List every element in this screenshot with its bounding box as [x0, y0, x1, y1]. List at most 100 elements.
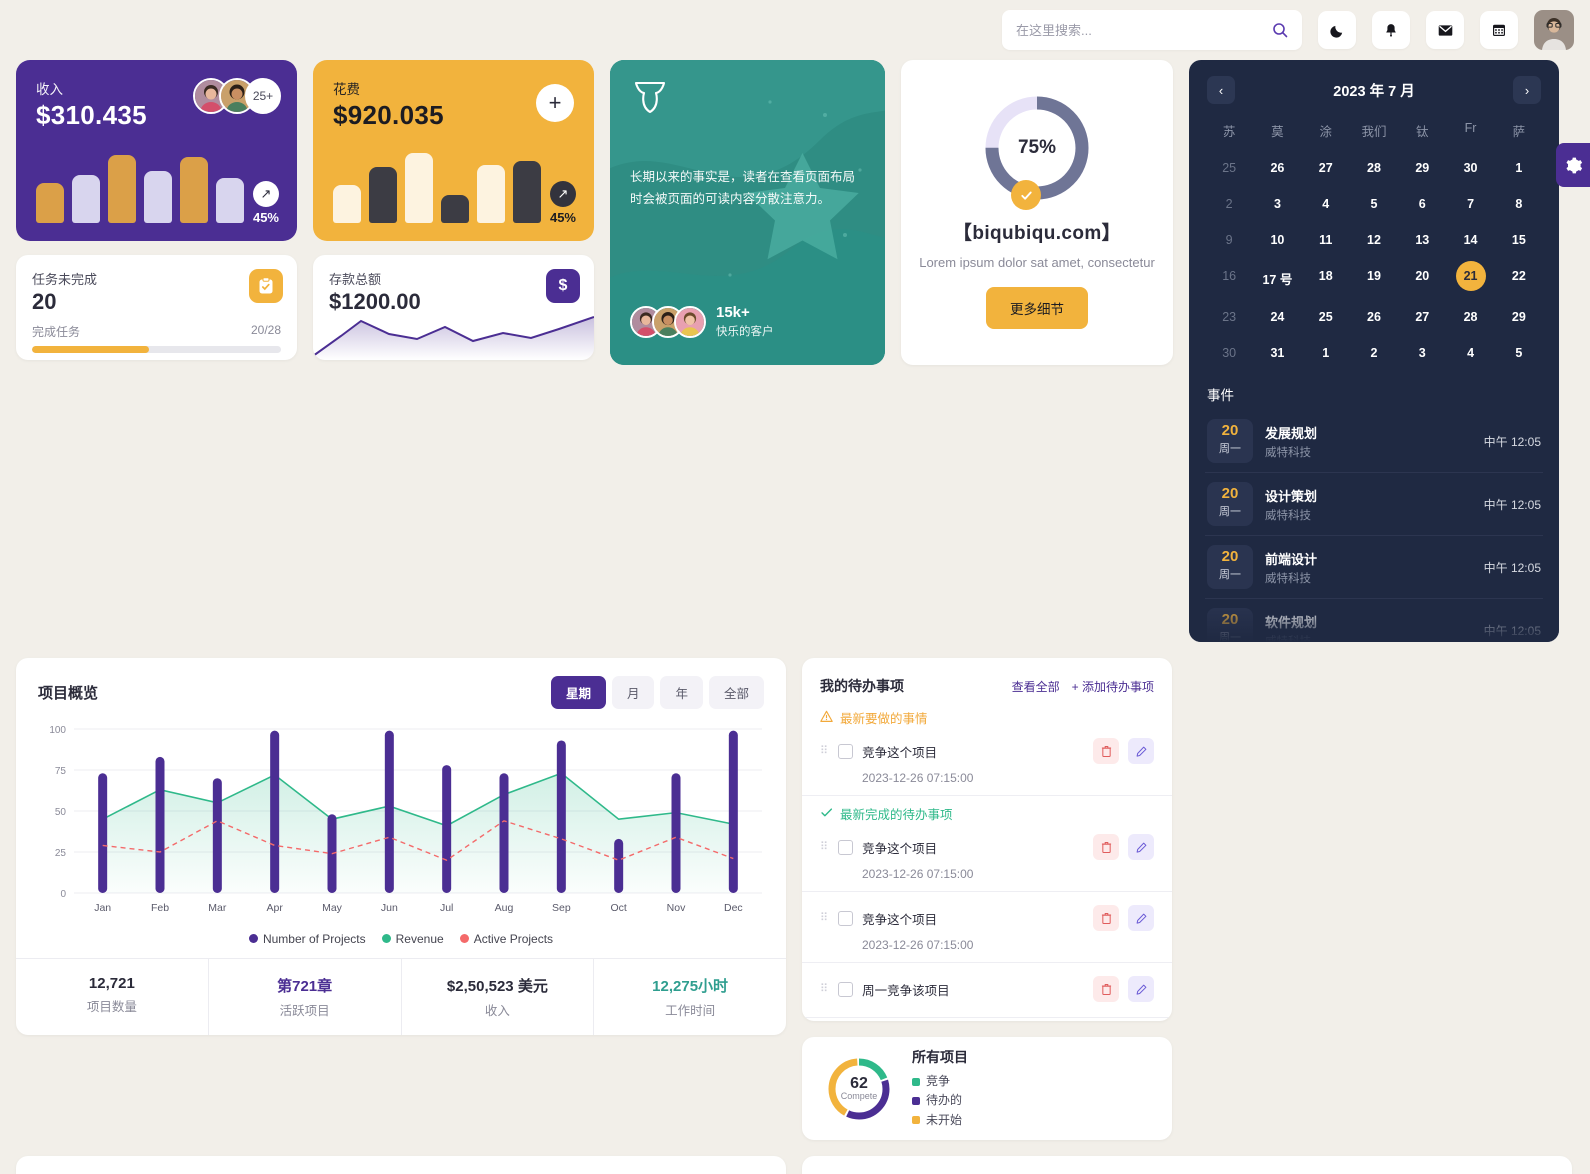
todo-add-link[interactable]: + 添加待办事项 [1072, 678, 1154, 695]
drag-handle-icon[interactable]: ⠿ [820, 842, 829, 853]
calendar-date[interactable]: 28 [1350, 153, 1398, 183]
edit-icon[interactable] [1128, 976, 1154, 1002]
calendar-date[interactable]: 2 [1205, 189, 1253, 219]
calendar-date[interactable]: 9 [1205, 225, 1253, 255]
drag-handle-icon[interactable]: ⠿ [820, 984, 829, 995]
search-icon[interactable] [1272, 22, 1288, 38]
calendar-date[interactable]: 15 [1495, 225, 1543, 255]
add-expense-button[interactable]: + [536, 84, 574, 122]
calendar-date[interactable]: 5 [1495, 338, 1543, 368]
calendar-date[interactable]: 29 [1495, 302, 1543, 332]
calendar-date[interactable]: 1 [1302, 338, 1350, 368]
todo-checkbox[interactable] [838, 981, 854, 997]
overview-tab-3[interactable]: 全部 [708, 676, 764, 709]
settings-tab-button[interactable] [1556, 143, 1590, 187]
project-legend-item: 待办的 [912, 1091, 968, 1110]
calendar-date[interactable]: 17 号 [1253, 261, 1301, 296]
calendar-date[interactable]: 22 [1495, 261, 1543, 296]
overview-tab-2[interactable]: 年 [660, 676, 703, 709]
calendar-date[interactable]: 27 [1302, 153, 1350, 183]
overview-stat: $2,50,523 美元 收入 [402, 959, 595, 1035]
calendar-date[interactable]: 13 [1398, 225, 1446, 255]
drag-handle-icon[interactable]: ⠿ [820, 746, 829, 757]
legend-item[interactable]: Number of Projects [248, 932, 366, 946]
calendar-date[interactable]: 16 [1205, 261, 1253, 296]
todo-item[interactable]: ⠿ 竞争这个项目 [820, 733, 1154, 769]
calendar-date[interactable]: 19 [1350, 261, 1398, 296]
calendar-date[interactable]: 30 [1205, 338, 1253, 368]
calendar-date[interactable]: 26 [1253, 153, 1301, 183]
delete-icon[interactable] [1093, 834, 1119, 860]
calendar-next-button[interactable]: › [1512, 76, 1541, 104]
todo-item[interactable]: ⠿ 竞争这个项目 [820, 829, 1154, 865]
event-row[interactable]: 20 周一 发展规划 威特科技 中午 12:05 [1205, 410, 1543, 473]
calendar-date[interactable]: 3 [1398, 338, 1446, 368]
calendar-date[interactable]: 7 [1446, 189, 1494, 219]
calendar-date[interactable]: 29 [1398, 153, 1446, 183]
calendar-date[interactable]: 6 [1398, 189, 1446, 219]
calendar-date[interactable]: 4 [1302, 189, 1350, 219]
legend-dot [381, 934, 391, 943]
todo-item[interactable]: ⠿ 周一竞争该项目 [820, 971, 1154, 1007]
calendar-date[interactable]: 28 [1446, 302, 1494, 332]
calendar-icon[interactable] [1480, 11, 1518, 49]
more-details-button[interactable]: 更多细节 [986, 287, 1088, 330]
calendar-grid[interactable]: 苏莫涂我们钛 Fr 萨 25 26 27 28 29 30 1 2 3 4 5 6 7 8 9 10 11 12 13 14… [1205, 114, 1543, 368]
calendar-date[interactable]: 4 [1446, 338, 1494, 368]
calendar-date[interactable]: 24 [1253, 302, 1301, 332]
delete-icon[interactable] [1093, 976, 1119, 1002]
search-input[interactable] [1016, 22, 1264, 38]
calendar-date[interactable]: 5 [1350, 189, 1398, 219]
overview-tab-0[interactable]: 星期 [550, 676, 606, 709]
avatar[interactable] [1534, 10, 1574, 50]
moon-icon[interactable] [1318, 11, 1356, 49]
search-bar[interactable] [1002, 10, 1302, 50]
calendar-date[interactable]: 20 [1398, 261, 1446, 296]
calendar-date[interactable]: 25 [1205, 153, 1253, 183]
event-weekday: 周一 [1219, 505, 1241, 518]
calendar-date[interactable]: 1 [1495, 153, 1543, 183]
calendar-date-selected[interactable]: 21 [1455, 261, 1486, 291]
calendar-date[interactable]: 14 [1446, 225, 1494, 255]
edit-icon[interactable] [1128, 905, 1154, 931]
delete-icon[interactable] [1093, 738, 1119, 764]
mail-icon[interactable] [1426, 11, 1464, 49]
legend-item[interactable]: Active Projects [459, 932, 553, 946]
todo-checkbox[interactable] [838, 839, 854, 855]
more-members-count[interactable]: 25+ [245, 78, 281, 114]
calendar-date[interactable]: 3 [1253, 189, 1301, 219]
todo-section-text: 最新要做的事情 [840, 712, 928, 726]
legend-item[interactable]: Revenue [381, 932, 444, 946]
todo-checkbox[interactable] [838, 910, 854, 926]
calendar-date[interactable]: 18 [1302, 261, 1350, 296]
bell-icon[interactable] [1372, 11, 1410, 49]
calendar-date[interactable]: 26 [1350, 302, 1398, 332]
calendar-date[interactable]: 11 [1302, 225, 1350, 255]
calendar-date[interactable]: 25 [1302, 302, 1350, 332]
svg-text:Jul: Jul [440, 902, 453, 914]
calendar-date[interactable]: 8 [1495, 189, 1543, 219]
drag-handle-icon[interactable]: ⠿ [820, 913, 829, 924]
progress-donut: 75% [981, 92, 1093, 210]
revenue-avatars[interactable]: 25+ [193, 78, 281, 114]
event-row[interactable]: 20 周一 设计策划 威特科技 中午 12:05 [1205, 473, 1543, 536]
calendar-date[interactable]: 23 [1205, 302, 1253, 332]
calendar-date[interactable]: 10 [1253, 225, 1301, 255]
calendar-date[interactable]: 31 [1253, 338, 1301, 368]
todo-item[interactable]: ⠿ 竞争这个项目 [820, 900, 1154, 936]
calendar-date[interactable]: 27 [1398, 302, 1446, 332]
overview-range-tabs[interactable]: 星期月年全部 [550, 676, 764, 709]
delete-icon[interactable] [1093, 905, 1119, 931]
calendar-date[interactable]: 2 [1350, 338, 1398, 368]
overview-tab-1[interactable]: 月 [611, 676, 655, 709]
edit-icon[interactable] [1128, 738, 1154, 764]
event-row[interactable]: 20 周一 前端设计 威特科技 中午 12:05 [1205, 536, 1543, 599]
calendar-date[interactable]: 30 [1446, 153, 1494, 183]
edit-icon[interactable] [1128, 834, 1154, 860]
calendar-date[interactable]: 12 [1350, 225, 1398, 255]
todo-checkbox[interactable] [838, 743, 854, 759]
calendar-prev-button[interactable]: ‹ [1207, 76, 1235, 104]
todo-view-all-link[interactable]: 查看全部 [1012, 678, 1060, 695]
todo-header: 我的待办事项 查看全部 + 添加待办事项 [802, 658, 1172, 700]
legend-label: 未开始 [926, 1112, 963, 1127]
